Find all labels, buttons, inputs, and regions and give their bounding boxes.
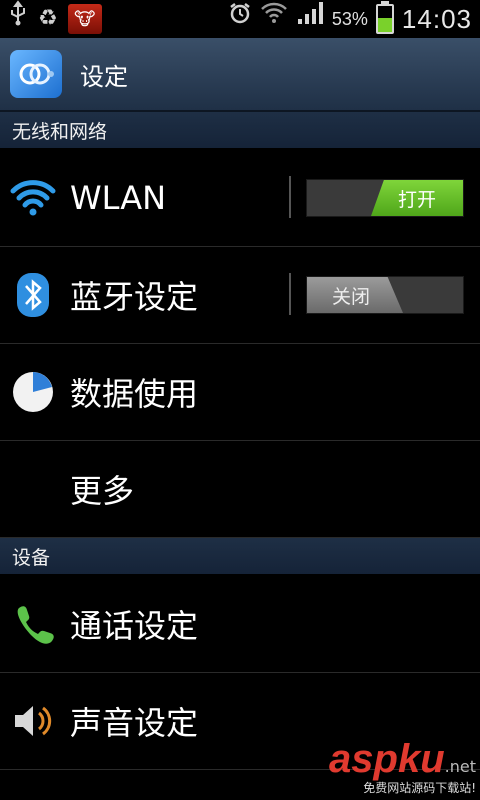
action-bar: 设定 <box>0 38 480 112</box>
wlan-row[interactable]: WLAN 打开 <box>0 150 480 247</box>
section-header-device: 设备 <box>0 538 480 574</box>
phone-icon <box>10 601 56 647</box>
watermark-logo: aspku <box>329 737 445 781</box>
wlan-label: WLAN <box>70 179 167 217</box>
data-usage-pie-icon <box>10 369 56 415</box>
recycle-icon: ♻ <box>38 6 58 31</box>
wifi-data-icon <box>260 0 288 38</box>
sound-settings-label: 声音设定 <box>70 704 199 742</box>
settings-gear-icon[interactable] <box>10 50 62 98</box>
alarm-icon <box>228 0 252 38</box>
status-bar: ♻ 🐮 53% 14:03 <box>0 0 480 38</box>
divider <box>289 273 291 315</box>
call-settings-label: 通话设定 <box>70 607 199 645</box>
watermark-tld: .net <box>444 757 476 776</box>
wlan-toggle[interactable]: 打开 <box>306 179 464 217</box>
page-title: 设定 <box>80 62 128 91</box>
speaker-icon <box>10 698 56 744</box>
divider <box>289 176 291 218</box>
more-row[interactable]: 更多 <box>0 441 480 538</box>
watermark: aspku.net 免费网站源码下载站! <box>329 739 476 796</box>
more-label: 更多 <box>70 472 135 510</box>
battery-icon <box>375 1 394 34</box>
battery-percent: 53% <box>331 8 368 29</box>
signal-icon <box>296 0 324 39</box>
call-settings-row[interactable]: 通话设定 <box>0 576 480 673</box>
notification-app-icon[interactable]: 🐮 <box>67 4 102 34</box>
clock: 14:03 <box>401 3 472 34</box>
wifi-icon <box>10 175 56 221</box>
usb-icon <box>8 0 28 39</box>
bluetooth-label: 蓝牙设定 <box>70 278 199 316</box>
toggle-on-label: 打开 <box>371 180 463 216</box>
bluetooth-row[interactable]: 蓝牙设定 关闭 <box>0 247 480 344</box>
watermark-subtitle: 免费网站源码下载站! <box>363 781 476 795</box>
section-header-wireless: 无线和网络 <box>0 112 480 148</box>
toggle-off-label: 关闭 <box>307 277 403 313</box>
data-usage-label: 数据使用 <box>70 375 199 413</box>
bluetooth-toggle[interactable]: 关闭 <box>306 276 464 314</box>
bluetooth-icon <box>10 272 56 318</box>
data-usage-row[interactable]: 数据使用 <box>0 344 480 441</box>
